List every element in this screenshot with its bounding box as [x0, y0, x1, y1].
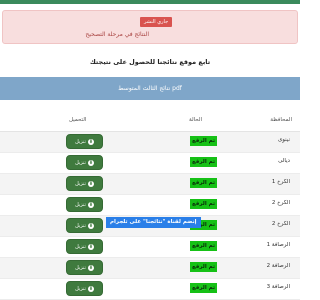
- download-label: تنزيل: [75, 285, 86, 292]
- download-button[interactable]: تنزيل ⬇: [66, 197, 103, 212]
- governorate-cell: الرصافة 3: [266, 284, 290, 290]
- status-badge: تم الرفع: [190, 199, 218, 209]
- alert-badge: جاري النشر: [140, 17, 173, 27]
- download-label: تنزيل: [75, 138, 86, 145]
- table-row: الرصافة 1 تم الرفع تنزيل ⬇: [0, 237, 300, 258]
- download-button[interactable]: تنزيل ⬇: [66, 218, 103, 233]
- follow-site-text: تابع موقع نتائجنا للحصول على نتيجتك: [89, 58, 211, 66]
- status-badge: تم الرفع: [190, 262, 218, 272]
- download-icon: ⬇: [87, 201, 94, 208]
- results-banner[interactable]: نتائج الثالث المتوسط pdf: [0, 77, 300, 100]
- table-row: الرصافة 2 تم الرفع تنزيل ⬇: [0, 258, 300, 279]
- table-row: الرصافة 3 تم الرفع تنزيل ⬇: [0, 279, 300, 300]
- download-label: تنزيل: [75, 264, 86, 271]
- governorate-cell: الرصافة 1: [266, 242, 290, 248]
- download-button[interactable]: تنزيل ⬇: [66, 155, 103, 170]
- governorate-cell: الكرخ 2: [271, 221, 290, 227]
- download-button[interactable]: تنزيل ⬇: [66, 239, 103, 254]
- download-button[interactable]: تنزيل ⬇: [66, 176, 103, 191]
- governorate-cell: نينوى: [278, 137, 290, 143]
- download-icon: ⬇: [87, 222, 94, 229]
- download-label: تنزيل: [75, 201, 86, 208]
- download-icon: ⬇: [87, 138, 94, 145]
- table-row: الكرخ 1 تم الرفع تنزيل ⬇: [0, 174, 300, 195]
- download-button[interactable]: تنزيل ⬇: [66, 281, 103, 296]
- download-label: تنزيل: [75, 222, 86, 229]
- download-button[interactable]: تنزيل ⬇: [66, 260, 103, 275]
- governorate-cell: الكرخ 1: [271, 179, 290, 185]
- download-label: تنزيل: [75, 243, 86, 250]
- alert-message: النتائج في مرحلة التصحيح: [85, 31, 149, 38]
- status-badge: تم الرفع: [190, 157, 218, 167]
- download-button[interactable]: تنزيل ⬇: [66, 134, 103, 149]
- table-row: ديالى تم الرفع تنزيل ⬇: [0, 153, 300, 174]
- header-governorate: المحافظة: [270, 117, 292, 123]
- alert-box: جاري النشر النتائج في مرحلة التصحيح: [2, 10, 298, 44]
- top-accent-bar: [0, 0, 300, 4]
- download-icon: ⬇: [87, 243, 94, 250]
- table-body: نينوى تم الرفع تنزيل ⬇ ديالى تم الرفع تنزيل ⬇ ال…: [0, 132, 300, 300]
- governorate-cell: الكرخ 2: [271, 200, 290, 206]
- download-icon: ⬇: [87, 159, 94, 166]
- status-badge: تم الرفع: [190, 178, 218, 188]
- header-status: الحالة: [189, 117, 203, 123]
- download-icon: ⬇: [87, 285, 94, 292]
- status-badge: تم الرفع: [190, 136, 218, 146]
- table-header: المحافظة الحالة التحميل: [0, 113, 300, 132]
- download-label: تنزيل: [75, 180, 86, 187]
- status-badge: تم الرفع: [190, 283, 218, 293]
- results-table: المحافظة الحالة التحميل نينوى تم الرفع تنز…: [0, 113, 300, 300]
- download-icon: ⬇: [87, 264, 94, 271]
- download-label: تنزيل: [75, 159, 86, 166]
- download-icon: ⬇: [87, 180, 94, 187]
- header-download: التحميل: [69, 117, 87, 123]
- telegram-join-banner[interactable]: إنضم لقناة "نتائجنا" على تلجرام: [106, 217, 201, 228]
- table-row: نينوى تم الرفع تنزيل ⬇: [0, 132, 300, 153]
- governorate-cell: ديالى: [278, 158, 290, 164]
- governorate-cell: الرصافة 2: [266, 263, 290, 269]
- status-badge: تم الرفع: [190, 241, 218, 251]
- table-row: الكرخ 2 تم الرفع تنزيل ⬇: [0, 195, 300, 216]
